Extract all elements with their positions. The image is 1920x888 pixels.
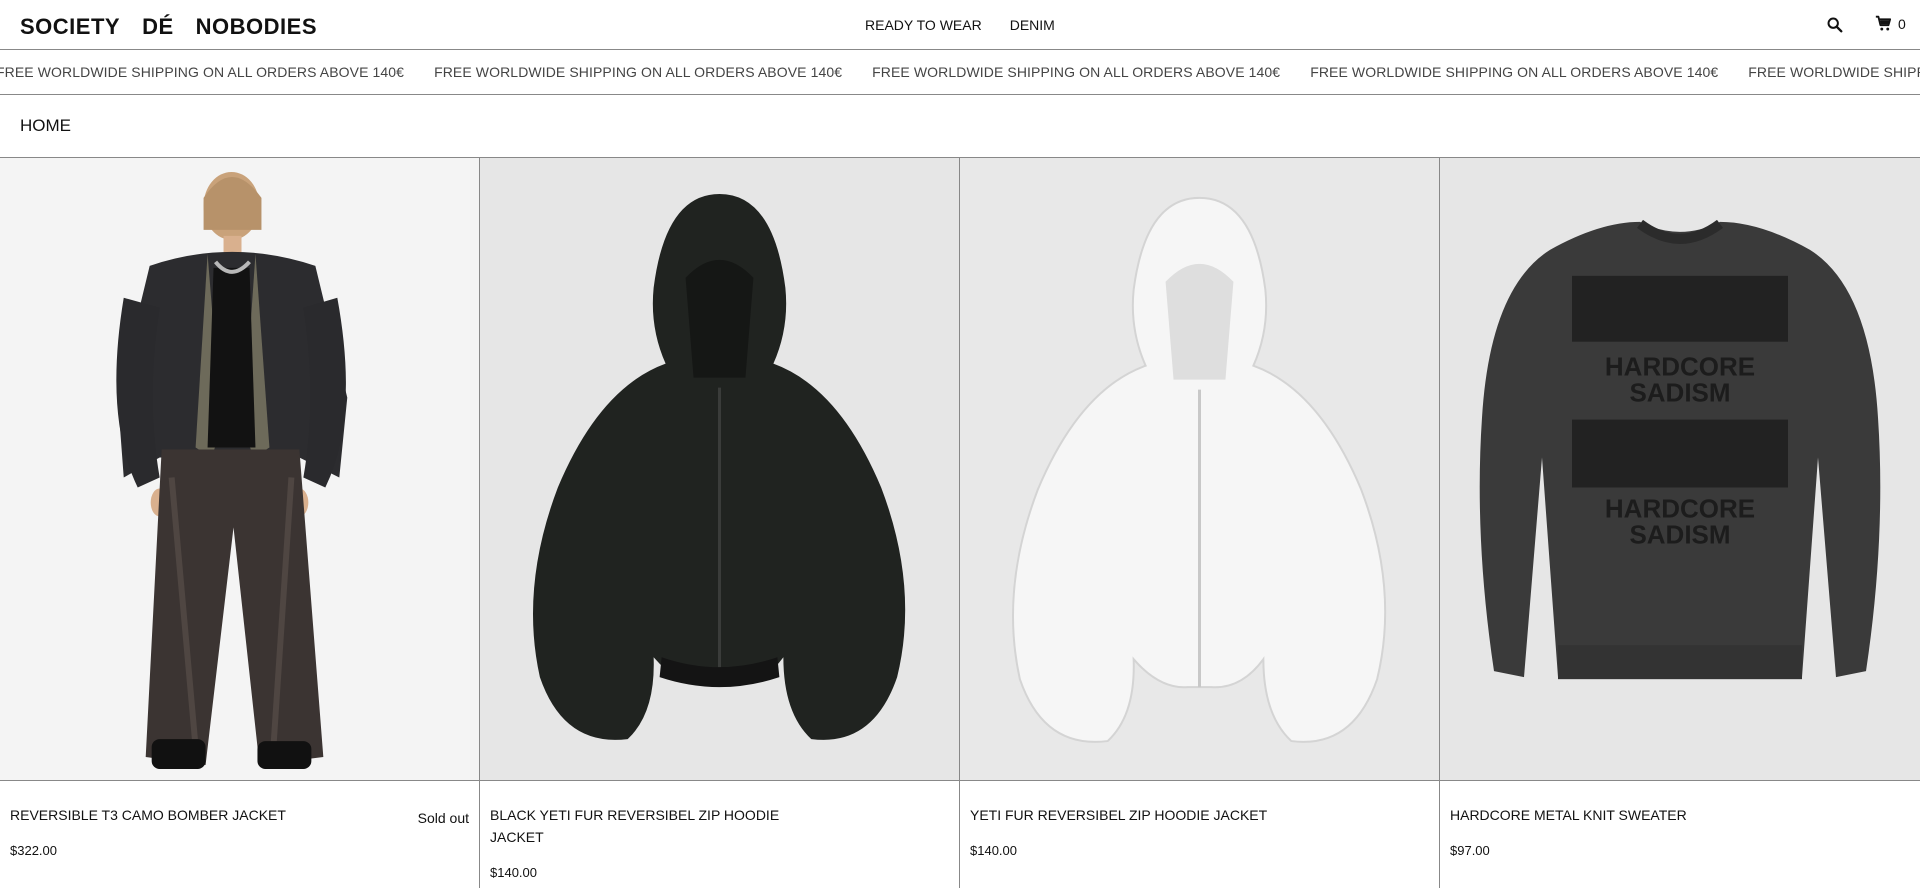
site-header: SOCIETY DÉ NOBODIES READY TO WEAR DENIM 0 xyxy=(0,0,1920,50)
site-logo[interactable]: SOCIETY DÉ NOBODIES xyxy=(20,14,339,40)
product-title[interactable]: REVERSIBLE T3 CAMO BOMBER JACKET xyxy=(10,804,330,826)
sweater-print-text: SADISM xyxy=(1629,378,1730,408)
product-price: $97.00 xyxy=(1450,843,1490,858)
cart-count: 0 xyxy=(1898,15,1906,32)
product-image[interactable]: HARDCORE SADISM HARDCORE SADISM xyxy=(1440,158,1920,781)
nav-ready-to-wear[interactable]: READY TO WEAR xyxy=(865,17,982,33)
breadcrumb-bar: HOME xyxy=(0,95,1920,158)
product-price: $140.00 xyxy=(970,843,1017,858)
cart-button[interactable]: 0 xyxy=(1875,15,1906,32)
announcement-bar: FREE WORLDWIDE SHIPPING ON ALL ORDERS AB… xyxy=(0,50,1920,95)
main-nav: READY TO WEAR DENIM xyxy=(865,17,1055,33)
product-title[interactable]: YETI FUR REVERSIBEL ZIP HOODIE JACKET xyxy=(970,804,1290,826)
product-price: $322.00 xyxy=(10,843,57,858)
product-image[interactable] xyxy=(960,158,1439,781)
product-card[interactable]: YETI FUR REVERSIBEL ZIP HOODIE JACKET $1… xyxy=(960,158,1440,888)
logo-word: NOBODIES xyxy=(195,14,317,39)
product-card[interactable]: REVERSIBLE T3 CAMO BOMBER JACKET Sold ou… xyxy=(0,158,480,888)
product-grid: REVERSIBLE T3 CAMO BOMBER JACKET Sold ou… xyxy=(0,158,1920,888)
logo-word: SOCIETY xyxy=(20,14,121,39)
announcement-text: FREE WORLDWIDE SHIPPING ON ALL ORDERS AB… xyxy=(0,64,405,80)
product-image[interactable] xyxy=(0,158,479,781)
nav-denim[interactable]: DENIM xyxy=(1010,17,1055,33)
product-card[interactable]: HARDCORE SADISM HARDCORE SADISM HARDCORE… xyxy=(1440,158,1920,888)
product-title[interactable]: BLACK YETI FUR REVERSIBEL ZIP HOODIE JAC… xyxy=(490,804,810,848)
announcement-text: FREE WORLDWIDE SHIPPING ON ALL ORDERS AB… xyxy=(872,64,1281,80)
announcement-text: FREE WORLDWIDE SHIPPING ON ALL ORDERS AB… xyxy=(434,64,843,80)
announcement-track: FREE WORLDWIDE SHIPPING ON ALL ORDERS AB… xyxy=(0,64,1920,80)
sold-out-badge: Sold out xyxy=(417,810,469,826)
product-price: $140.00 xyxy=(490,865,537,880)
search-icon[interactable] xyxy=(1826,16,1844,34)
sweater-print-text: SADISM xyxy=(1629,519,1730,549)
cart-icon xyxy=(1875,15,1892,31)
product-title[interactable]: HARDCORE METAL KNIT SWEATER xyxy=(1450,804,1770,826)
announcement-text: FREE WORLDWIDE SHIPPING ON ALL ORDERS AB… xyxy=(1310,64,1719,80)
product-card[interactable]: BLACK YETI FUR REVERSIBEL ZIP HOODIE JAC… xyxy=(480,158,960,888)
breadcrumb-home[interactable]: HOME xyxy=(20,116,71,136)
product-image[interactable] xyxy=(480,158,959,781)
logo-word: DÉ xyxy=(142,14,174,39)
announcement-text: FREE WORLDWIDE SHIPPING ON ALL ORDERS AB… xyxy=(1748,64,1920,80)
